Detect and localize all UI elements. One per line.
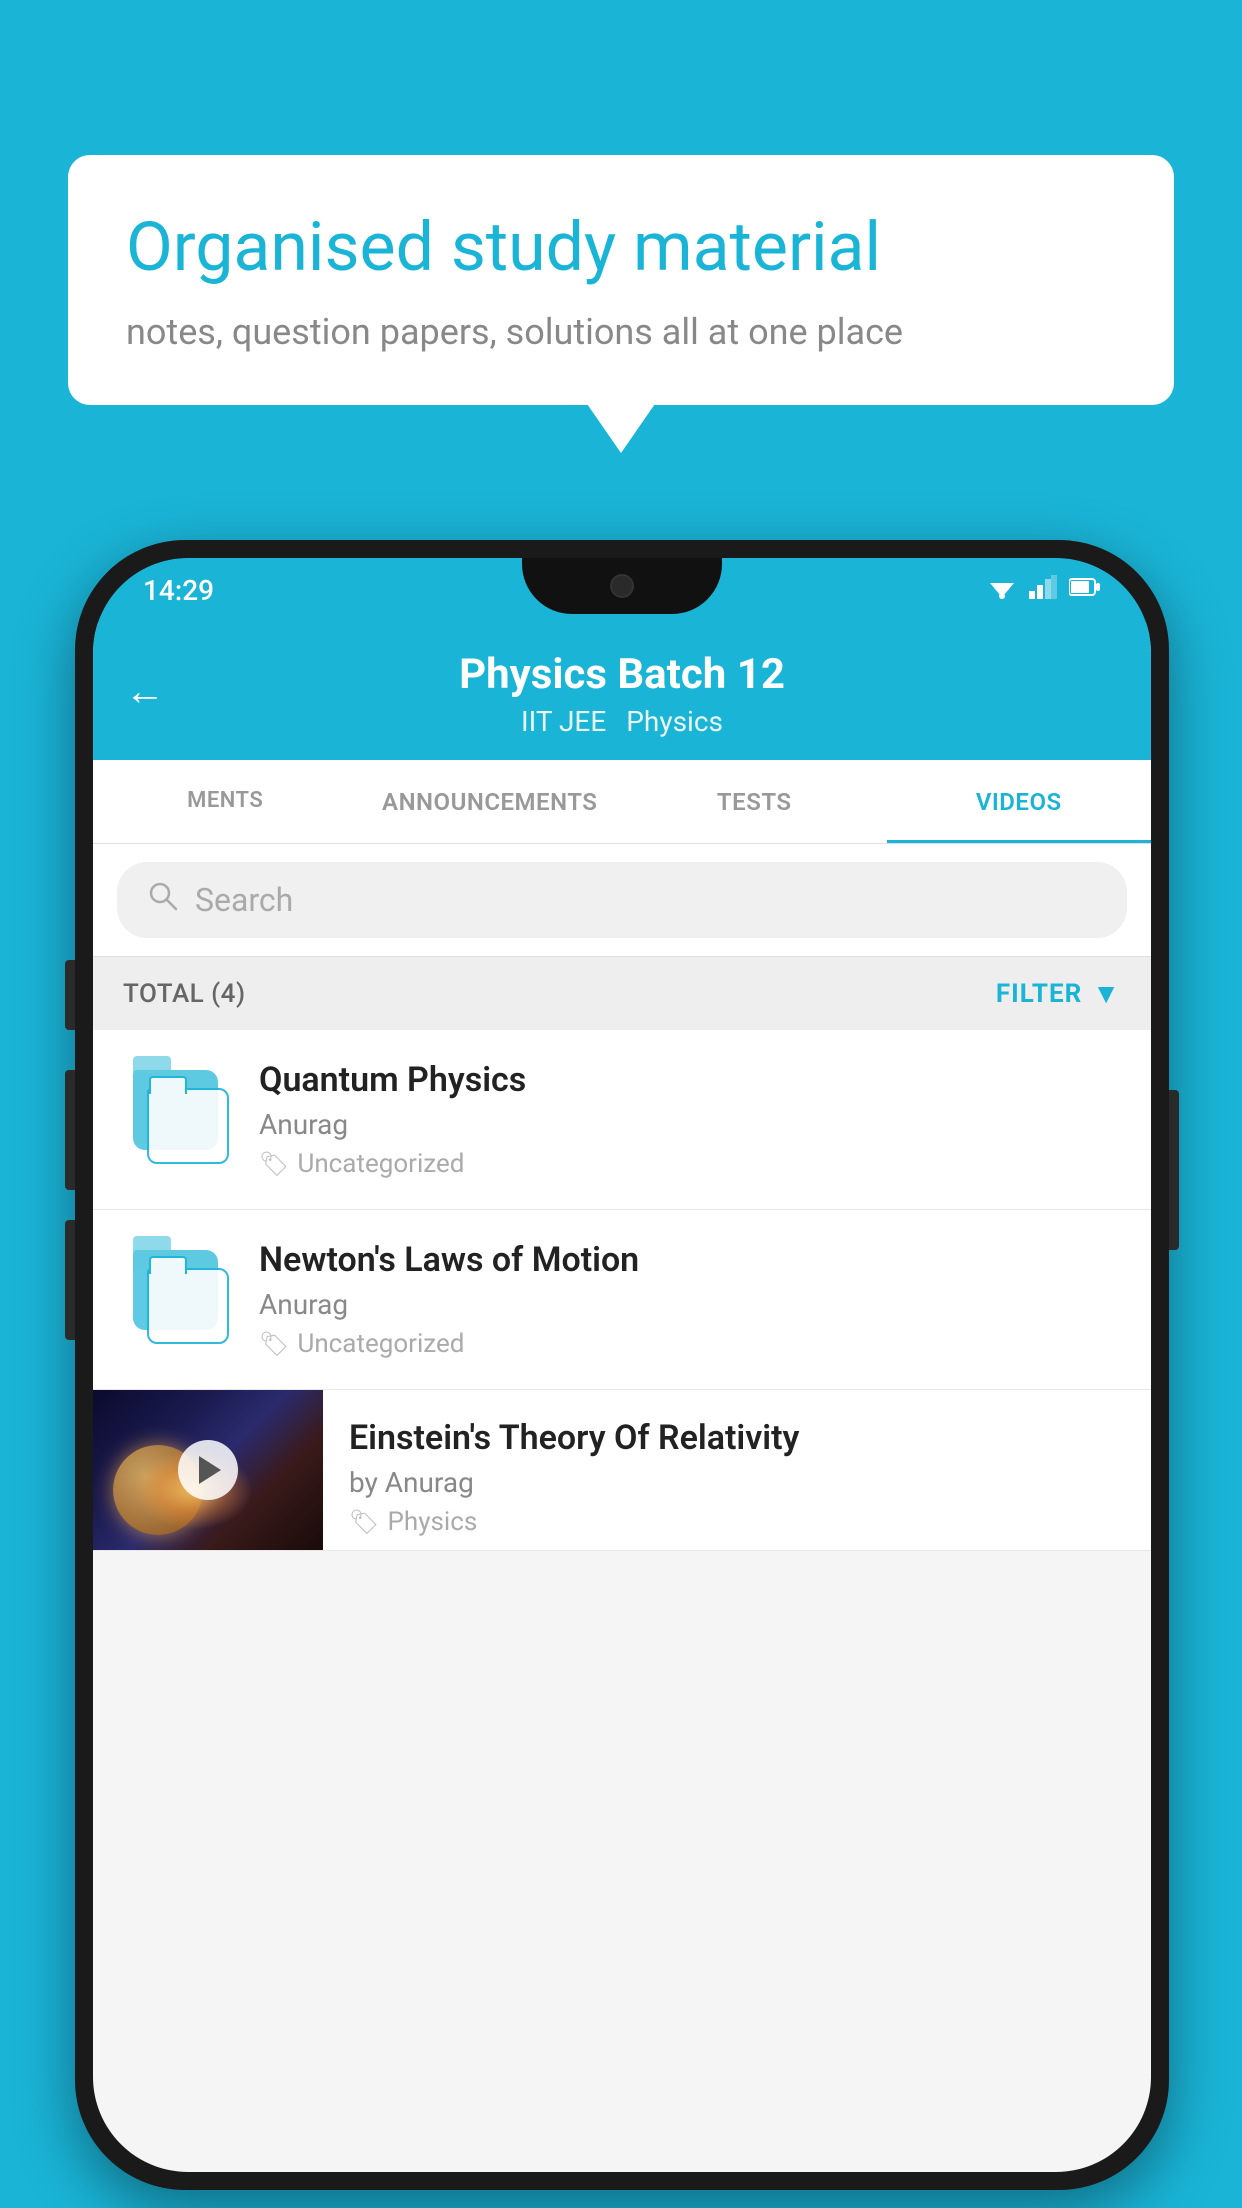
video-tag: 🏷 Uncategorized: [259, 1149, 1121, 1179]
play-button[interactable]: [178, 1440, 238, 1500]
phone-screen: 14:29: [93, 558, 1151, 2172]
camera-button: [65, 1220, 75, 1340]
tag-icon: 🏷: [259, 1150, 289, 1178]
speech-bubble: Organised study material notes, question…: [68, 155, 1174, 405]
folder-icon: [123, 1065, 233, 1175]
filter-icon: ▼: [1092, 977, 1121, 1010]
folder-front: [147, 1268, 229, 1344]
folder-graphic: [133, 1070, 223, 1170]
page-title: Physics Batch 12: [459, 650, 785, 699]
video-author: Anurag: [259, 1288, 1121, 1321]
list-item[interactable]: Einstein's Theory Of Relativity by Anura…: [93, 1390, 1151, 1551]
video-info: Quantum Physics Anurag 🏷 Uncategorized: [259, 1060, 1121, 1179]
tab-ments[interactable]: MENTS: [93, 760, 358, 843]
video-author: by Anurag: [349, 1466, 1121, 1499]
folder-graphic: [133, 1250, 223, 1350]
video-tag: 🏷 Physics: [349, 1507, 1121, 1537]
tag-icon: 🏷: [259, 1330, 289, 1358]
tab-videos[interactable]: VIDEOS: [887, 760, 1152, 843]
app-bar: ← Physics Batch 12 IIT JEE Physics: [93, 622, 1151, 760]
front-camera: [610, 574, 634, 598]
wifi-icon: [987, 575, 1017, 606]
subtitle-iitjee: IIT JEE: [521, 705, 606, 738]
filter-bar: TOTAL (4) FILTER ▼: [93, 957, 1151, 1030]
tag-label: Uncategorized: [297, 1149, 464, 1179]
subtitle-physics: Physics: [626, 705, 723, 738]
tab-bar: MENTS ANNOUNCEMENTS TESTS VIDEOS: [93, 760, 1151, 844]
back-button[interactable]: ←: [125, 668, 165, 715]
status-time: 14:29: [143, 574, 214, 607]
tag-label: Physics: [387, 1507, 477, 1537]
filter-button[interactable]: FILTER ▼: [996, 977, 1121, 1010]
status-icons: [987, 575, 1101, 606]
search-field[interactable]: Search: [117, 862, 1127, 938]
video-title: Newton's Laws of Motion: [259, 1240, 1121, 1280]
list-item[interactable]: Newton's Laws of Motion Anurag 🏷 Uncateg…: [93, 1210, 1151, 1390]
video-info: Einstein's Theory Of Relativity by Anura…: [349, 1390, 1121, 1537]
screen-content: ← Physics Batch 12 IIT JEE Physics MENTS…: [93, 622, 1151, 2172]
battery-icon: [1069, 575, 1101, 605]
folder-icon: [123, 1245, 233, 1355]
search-icon: [147, 880, 179, 920]
filter-label: FILTER: [996, 979, 1082, 1009]
volume-down-button: [65, 1070, 75, 1190]
tag-icon: 🏷: [349, 1508, 379, 1536]
search-placeholder: Search: [195, 881, 293, 919]
search-bar: Search: [93, 844, 1151, 957]
list-item[interactable]: Quantum Physics Anurag 🏷 Uncategorized: [93, 1030, 1151, 1210]
video-tag: 🏷 Uncategorized: [259, 1329, 1121, 1359]
page-subtitle: IIT JEE Physics: [521, 705, 723, 738]
video-title: Einstein's Theory Of Relativity: [349, 1418, 1121, 1458]
volume-up-button: [65, 960, 75, 1030]
phone-frame: 14:29: [75, 540, 1169, 2190]
video-title: Quantum Physics: [259, 1060, 1121, 1100]
video-author: Anurag: [259, 1108, 1121, 1141]
tab-announcements[interactable]: ANNOUNCEMENTS: [358, 760, 623, 843]
power-button: [1169, 1090, 1179, 1250]
tab-tests[interactable]: TESTS: [622, 760, 887, 843]
video-list: Quantum Physics Anurag 🏷 Uncategorized: [93, 1030, 1151, 1551]
video-info: Newton's Laws of Motion Anurag 🏷 Uncateg…: [259, 1240, 1121, 1359]
phone-notch: [522, 558, 722, 614]
tag-label: Uncategorized: [297, 1329, 464, 1359]
folder-front: [147, 1088, 229, 1164]
signal-icon: [1029, 575, 1057, 606]
total-count: TOTAL (4): [123, 979, 246, 1009]
speech-bubble-subtitle: notes, question papers, solutions all at…: [126, 311, 1116, 353]
play-triangle-icon: [199, 1456, 221, 1484]
speech-bubble-title: Organised study material: [126, 207, 1116, 289]
video-thumbnail: [93, 1390, 323, 1550]
